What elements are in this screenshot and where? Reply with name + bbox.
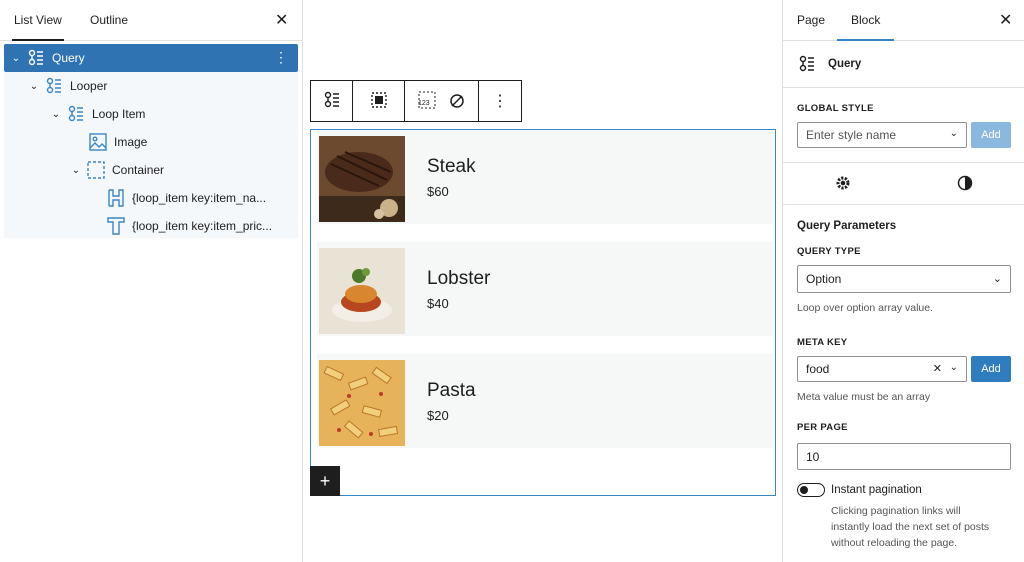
heading-icon — [106, 188, 126, 208]
close-icon[interactable]: ✕ — [275, 13, 288, 29]
tree-item-heading[interactable]: {loop_item key:item_na... — [4, 184, 298, 212]
looper-block[interactable]: Steak $60 Lobster $40 Pasta $20 — [310, 129, 776, 496]
svg-text:123: 123 — [418, 100, 430, 107]
item-price: $60 — [427, 184, 449, 199]
tree-item-image[interactable]: Image — [4, 128, 298, 156]
chevron-down-icon[interactable]: ⌄ — [10, 53, 22, 64]
instant-help-line-1: Clicking pagination links will — [831, 505, 961, 517]
query-icon — [322, 90, 342, 113]
select-block-icon — [369, 90, 389, 113]
global-style-select[interactable]: Enter style name ⌄ — [797, 122, 967, 148]
query-type-label: QUERY TYPE — [797, 246, 861, 257]
per-page-value: 10 — [806, 449, 820, 464]
more-options-button[interactable]: ⋮ — [479, 81, 521, 121]
meta-key-value: food — [806, 362, 830, 376]
query-icon — [797, 54, 817, 77]
tree-item-loop-item[interactable]: ⌄ Loop Item — [4, 100, 298, 128]
food-image[interactable] — [319, 360, 405, 446]
loop-item[interactable]: Pasta $20 — [317, 354, 773, 448]
clear-icon[interactable]: ✕ — [933, 362, 942, 375]
tree-item-container[interactable]: ⌄ Container — [4, 156, 298, 184]
block-toolbar: 123 ⋮ — [310, 80, 522, 122]
food-image[interactable] — [319, 248, 405, 334]
more-options-icon[interactable]: ⋮ — [274, 50, 288, 64]
filter-icon[interactable] — [447, 90, 467, 113]
add-block-button[interactable]: + — [310, 466, 340, 496]
editor-canvas: 123 ⋮ Steak $60 Lobster $40 Pasta $20 + — [304, 0, 782, 562]
tab-block[interactable]: Block — [836, 13, 895, 41]
item-price: $20 — [427, 408, 449, 423]
container-icon — [86, 160, 106, 180]
chevron-down-icon[interactable]: ⌄ — [28, 81, 40, 92]
looper-icon — [44, 76, 64, 96]
query-type-help: Loop over option array value. — [797, 302, 934, 314]
settings-sidebar: Page Block ✕ Query GLOBAL STYLE Enter st… — [782, 0, 1024, 562]
tab-page[interactable]: Page — [797, 13, 825, 27]
text-icon — [106, 216, 126, 236]
chevron-down-icon[interactable]: ⌄ — [50, 109, 62, 120]
instant-help-line-3: without reloading the page. — [831, 537, 958, 549]
tree-item-label: Container — [112, 163, 165, 177]
tree-item-label: Looper — [70, 79, 108, 93]
chevron-down-icon[interactable]: ⌄ — [70, 165, 82, 176]
chevron-down-icon: ⌄ — [949, 128, 958, 139]
item-title: Steak — [427, 156, 476, 177]
block-name: Query — [828, 58, 862, 70]
numbered-items-icon[interactable]: 123 — [417, 90, 437, 113]
block-type-button[interactable] — [311, 81, 353, 121]
close-icon[interactable]: ✕ — [999, 13, 1012, 29]
item-title: Pasta — [427, 380, 476, 401]
chevron-down-icon: ⌄ — [992, 273, 1002, 285]
add-style-button[interactable]: Add — [971, 122, 1011, 148]
query-type-select[interactable]: Option ⌄ — [797, 265, 1011, 293]
item-title: Lobster — [427, 268, 491, 289]
instant-pagination-label: Instant pagination — [831, 484, 922, 496]
tree-item-label: Query — [52, 51, 85, 65]
gear-icon[interactable] — [835, 175, 851, 195]
meta-key-input[interactable]: food ✕ ⌄ — [797, 356, 967, 382]
loop-item-icon — [66, 104, 86, 124]
select-parent-button[interactable] — [353, 81, 405, 121]
query-params-title: Query Parameters — [797, 220, 897, 232]
tree-item-query[interactable]: ⌄ Query ⋮ — [4, 44, 298, 72]
tree-item-label: Loop Item — [92, 107, 146, 121]
add-meta-key-button[interactable]: Add — [971, 356, 1011, 382]
meta-key-help: Meta value must be an array — [797, 391, 931, 403]
chevron-down-icon: ⌄ — [949, 362, 958, 373]
toggle-knob — [800, 486, 808, 494]
block-card: Query — [783, 41, 1024, 88]
per-page-input[interactable]: 10 — [797, 443, 1011, 470]
item-price: $40 — [427, 296, 449, 311]
tree-item-label: {loop_item key:item_na... — [132, 191, 267, 205]
meta-key-label: META KEY — [797, 337, 848, 348]
query-type-value: Option — [806, 272, 842, 286]
list-view-tabs: List View Outline ✕ — [0, 0, 302, 41]
instant-pagination-toggle[interactable] — [797, 483, 825, 497]
loop-item[interactable]: Steak $60 — [317, 130, 773, 224]
image-icon — [88, 132, 108, 152]
block-tree: ⌄ Query ⋮ ⌄ Looper ⌄ Loop Item Image ⌄ C… — [4, 44, 298, 238]
tab-outline[interactable]: Outline — [90, 13, 128, 27]
list-view-panel: List View Outline ✕ ⌄ Query ⋮ ⌄ Looper ⌄ — [0, 0, 303, 562]
instant-help-line-2: instantly load the next set of posts — [831, 521, 990, 533]
loop-item[interactable]: Lobster $40 — [317, 242, 773, 336]
query-icon — [26, 48, 46, 68]
query-tools-group: 123 — [405, 81, 479, 121]
styles-icon[interactable] — [957, 175, 973, 194]
settings-styles-tabs — [783, 162, 1024, 205]
sidebar-tabs: Page Block ✕ — [783, 0, 1024, 41]
tree-item-looper[interactable]: ⌄ Looper — [4, 72, 298, 100]
style-placeholder: Enter style name — [806, 128, 897, 142]
tab-list-view[interactable]: List View — [12, 13, 64, 41]
tree-item-label: Image — [114, 135, 148, 149]
food-image[interactable] — [319, 136, 405, 222]
global-style-label: GLOBAL STYLE — [797, 103, 874, 114]
tree-item-text[interactable]: {loop_item key:item_pric... — [4, 212, 298, 240]
per-page-label: PER PAGE — [797, 422, 848, 433]
tree-item-label: {loop_item key:item_pric... — [132, 219, 273, 233]
more-options-icon: ⋮ — [492, 93, 508, 110]
